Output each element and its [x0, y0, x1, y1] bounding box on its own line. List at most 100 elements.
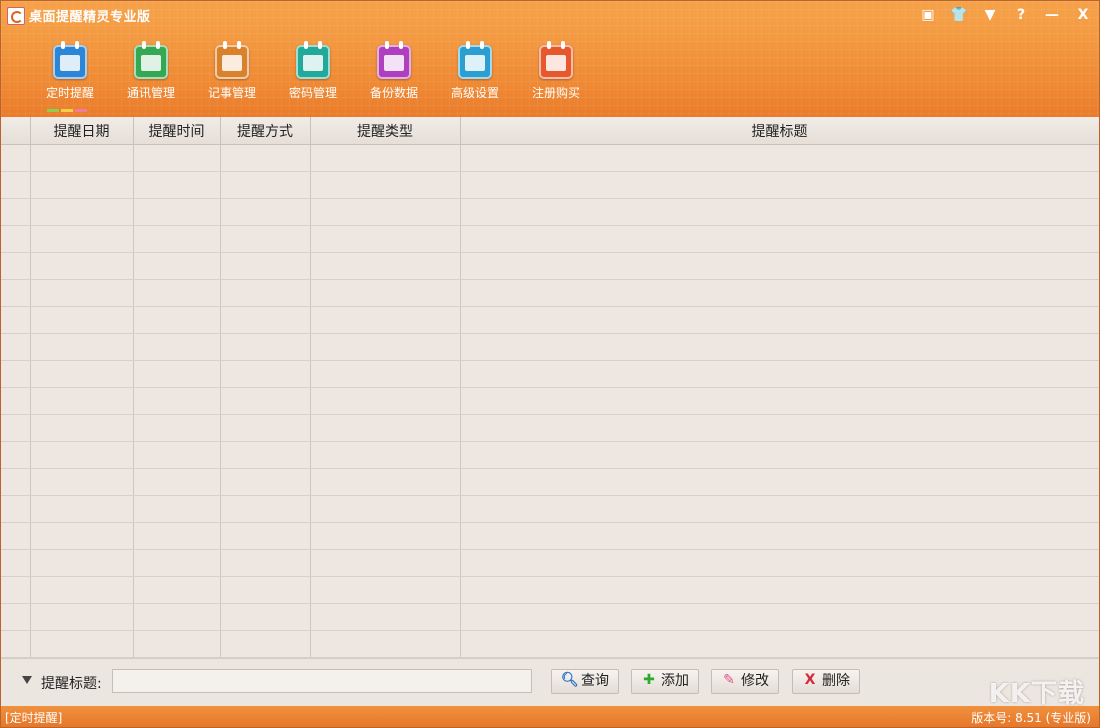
table-cell — [460, 280, 1099, 307]
table-cell — [30, 496, 133, 523]
table-cell — [133, 253, 220, 280]
toolbar-item-3[interactable]: 记事管理 — [193, 43, 271, 113]
active-tab-indicator — [47, 109, 87, 112]
query-button[interactable]: 🔍︎查询 — [551, 669, 619, 694]
table-row[interactable] — [1, 388, 1099, 415]
column-header[interactable]: 提醒类型 — [310, 117, 460, 145]
table-cell — [1, 280, 30, 307]
table-cell — [1, 145, 30, 172]
table-cell — [460, 145, 1099, 172]
column-header[interactable]: 提醒方式 — [220, 117, 310, 145]
toolbar-item-1[interactable]: 定时提醒 — [31, 43, 109, 113]
table-cell — [30, 172, 133, 199]
theme-shirt-icon[interactable]: 👕 — [947, 4, 971, 26]
table-cell — [310, 496, 460, 523]
table-row[interactable] — [1, 280, 1099, 307]
edit-button-label: 修改 — [741, 673, 769, 689]
search-label: 提醒标题: — [41, 673, 102, 693]
table-cell — [220, 469, 310, 496]
table-cell — [220, 604, 310, 631]
table-row[interactable] — [1, 226, 1099, 253]
table-cell — [30, 604, 133, 631]
edit-button[interactable]: ✎修改 — [711, 669, 779, 694]
table-row[interactable] — [1, 550, 1099, 577]
window-skin-icon[interactable]: ▣ — [916, 4, 940, 26]
menu-dropdown-icon[interactable]: ▼ — [978, 4, 1002, 26]
table-cell — [30, 199, 133, 226]
table-cell — [460, 523, 1099, 550]
table-row[interactable] — [1, 496, 1099, 523]
table-row[interactable] — [1, 253, 1099, 280]
table-cell — [1, 226, 30, 253]
table-row[interactable] — [1, 172, 1099, 199]
table-cell — [220, 145, 310, 172]
toolbar-item-label: 高级设置 — [436, 84, 514, 101]
title-bar[interactable]: 桌面提醒精灵专业版 ▣👕▼?—X — [1, 1, 1099, 29]
table-row[interactable] — [1, 577, 1099, 604]
table-cell — [30, 415, 133, 442]
toolbar-item-4[interactable]: 密码管理 — [274, 43, 352, 113]
help-icon[interactable]: ? — [1009, 4, 1033, 26]
table-cell — [220, 280, 310, 307]
delete-button[interactable]: X删除 — [792, 669, 860, 694]
table-cell — [460, 361, 1099, 388]
table-row[interactable] — [1, 469, 1099, 496]
table-cell — [133, 145, 220, 172]
search-icon: 🔍︎ — [561, 672, 577, 688]
contacts-calendar-icon — [134, 45, 168, 79]
table-row[interactable] — [1, 145, 1099, 172]
collapse-arrow-icon[interactable] — [22, 676, 32, 684]
column-header[interactable]: 提醒标题 — [460, 117, 1099, 145]
toolbar-item-7[interactable]: 注册购买 — [517, 43, 595, 113]
table-row[interactable] — [1, 361, 1099, 388]
delete-x-icon: X — [802, 672, 818, 688]
table-cell — [310, 523, 460, 550]
table-cell — [220, 496, 310, 523]
toolbar-item-5[interactable]: 备份数据 — [355, 43, 433, 113]
table-cell — [460, 388, 1099, 415]
watermark-logo: KK下载 — [989, 673, 1085, 710]
table-row[interactable] — [1, 604, 1099, 631]
table-cell — [460, 253, 1099, 280]
column-header[interactable]: 提醒时间 — [133, 117, 220, 145]
reminder-table-area[interactable]: 提醒日期提醒时间提醒方式提醒类型提醒标题 — [1, 117, 1099, 658]
table-cell — [220, 253, 310, 280]
table-cell — [220, 550, 310, 577]
table-cell — [1, 631, 30, 658]
reminder-table: 提醒日期提醒时间提醒方式提醒类型提醒标题 — [1, 117, 1099, 658]
search-title-input[interactable] — [112, 669, 532, 693]
table-cell — [1, 604, 30, 631]
row-selector-header[interactable] — [1, 117, 30, 145]
delete-button-label: 删除 — [822, 673, 850, 689]
table-cell — [310, 280, 460, 307]
close-icon[interactable]: X — [1071, 4, 1095, 26]
table-row[interactable] — [1, 415, 1099, 442]
toolbar-item-6[interactable]: 高级设置 — [436, 43, 514, 113]
add-button[interactable]: ✚添加 — [631, 669, 699, 694]
table-row[interactable] — [1, 334, 1099, 361]
app-window: 桌面提醒精灵专业版 ▣👕▼?—X 定时提醒通讯管理记事管理密码管理备份数据高级设… — [0, 0, 1100, 728]
table-cell — [30, 631, 133, 658]
table-row[interactable] — [1, 442, 1099, 469]
table-cell — [133, 496, 220, 523]
table-cell — [1, 334, 30, 361]
table-row[interactable] — [1, 307, 1099, 334]
toolbar-item-2[interactable]: 通讯管理 — [112, 43, 190, 113]
table-cell — [1, 307, 30, 334]
table-cell — [460, 172, 1099, 199]
column-header[interactable]: 提醒日期 — [30, 117, 133, 145]
table-cell — [133, 469, 220, 496]
table-cell — [310, 442, 460, 469]
table-row[interactable] — [1, 199, 1099, 226]
add-button-label: 添加 — [661, 673, 689, 689]
table-cell — [460, 199, 1099, 226]
table-cell — [310, 415, 460, 442]
table-cell — [220, 523, 310, 550]
minimize-icon[interactable]: — — [1040, 4, 1064, 26]
table-row[interactable] — [1, 631, 1099, 658]
table-cell — [30, 307, 133, 334]
table-cell — [220, 415, 310, 442]
table-row[interactable] — [1, 523, 1099, 550]
table-cell — [310, 550, 460, 577]
table-cell — [310, 307, 460, 334]
